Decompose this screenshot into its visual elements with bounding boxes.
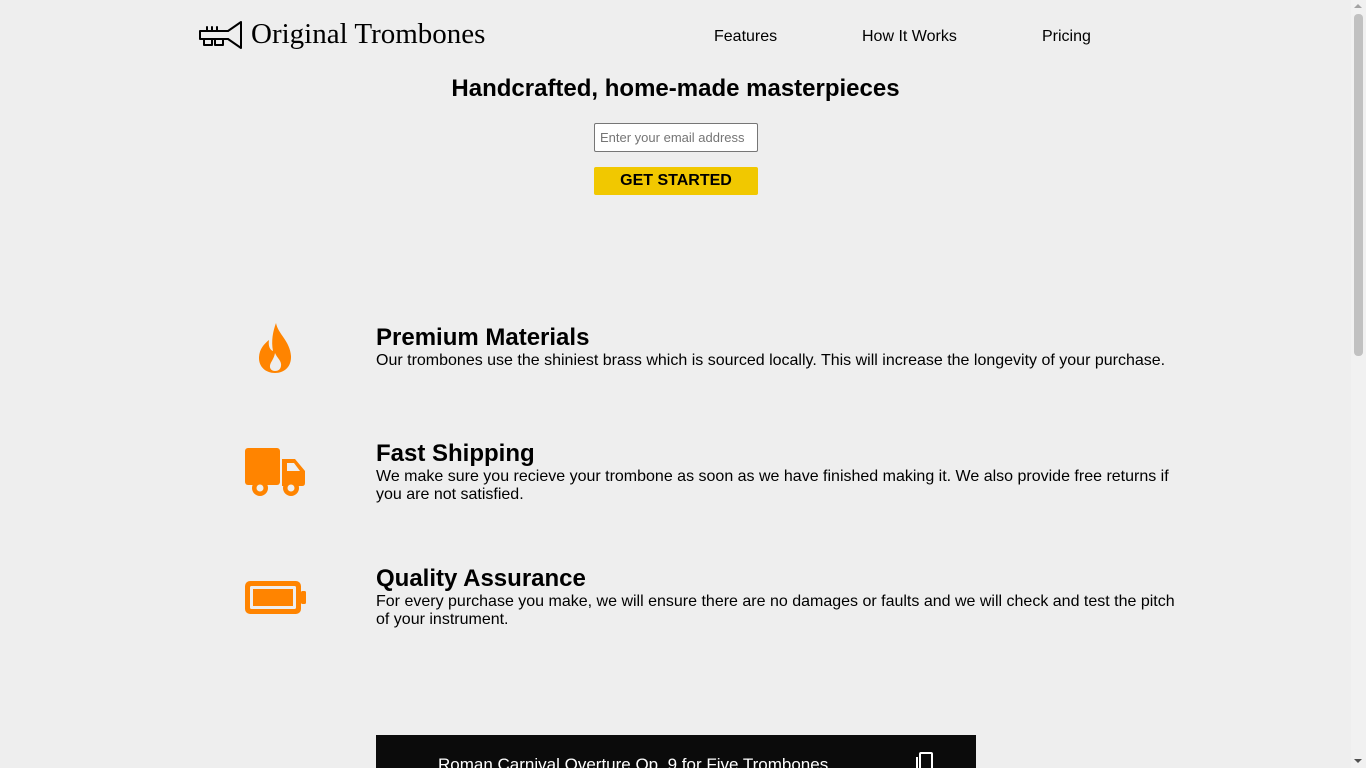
- video-title[interactable]: Roman Carnival Overture Op. 9 for Five T…: [438, 755, 828, 768]
- page-scrollbar[interactable]: [1351, 0, 1366, 768]
- hero-title: Handcrafted, home-made masterpieces: [451, 75, 900, 102]
- battery-icon: [245, 581, 306, 614]
- truck-icon: [245, 448, 305, 496]
- trombone-icon: [199, 21, 242, 49]
- scroll-down-icon[interactable]: [1354, 759, 1362, 763]
- get-started-button[interactable]: GET STARTED: [594, 167, 758, 195]
- landing-page: Original Trombones Features How It Works…: [0, 0, 1366, 768]
- nav-link-how-it-works[interactable]: How It Works: [862, 28, 957, 46]
- logo[interactable]: Original Trombones: [198, 16, 485, 52]
- scroll-up-icon[interactable]: [1354, 4, 1362, 8]
- feature-description: For every purchase you make, we will ens…: [376, 593, 1175, 628]
- fire-icon: [258, 323, 292, 373]
- feature-title: Fast Shipping: [376, 440, 535, 467]
- video-player[interactable]: Roman Carnival Overture Op. 9 for Five T…: [376, 735, 976, 768]
- feature-description: We make sure you recieve your trombone a…: [376, 468, 1169, 503]
- feature-description: Our trombones use the shiniest brass whi…: [376, 352, 1166, 369]
- logo-text: Original Trombones: [251, 18, 486, 50]
- nav-link-features[interactable]: Features: [714, 28, 777, 46]
- email-input[interactable]: [594, 123, 758, 152]
- feature-title: Premium Materials: [376, 324, 590, 351]
- scrollbar-thumb[interactable]: [1354, 14, 1363, 356]
- copy-link-icon[interactable]: [904, 745, 944, 768]
- feature-title: Quality Assurance: [376, 565, 586, 592]
- nav-link-pricing[interactable]: Pricing: [1042, 28, 1091, 46]
